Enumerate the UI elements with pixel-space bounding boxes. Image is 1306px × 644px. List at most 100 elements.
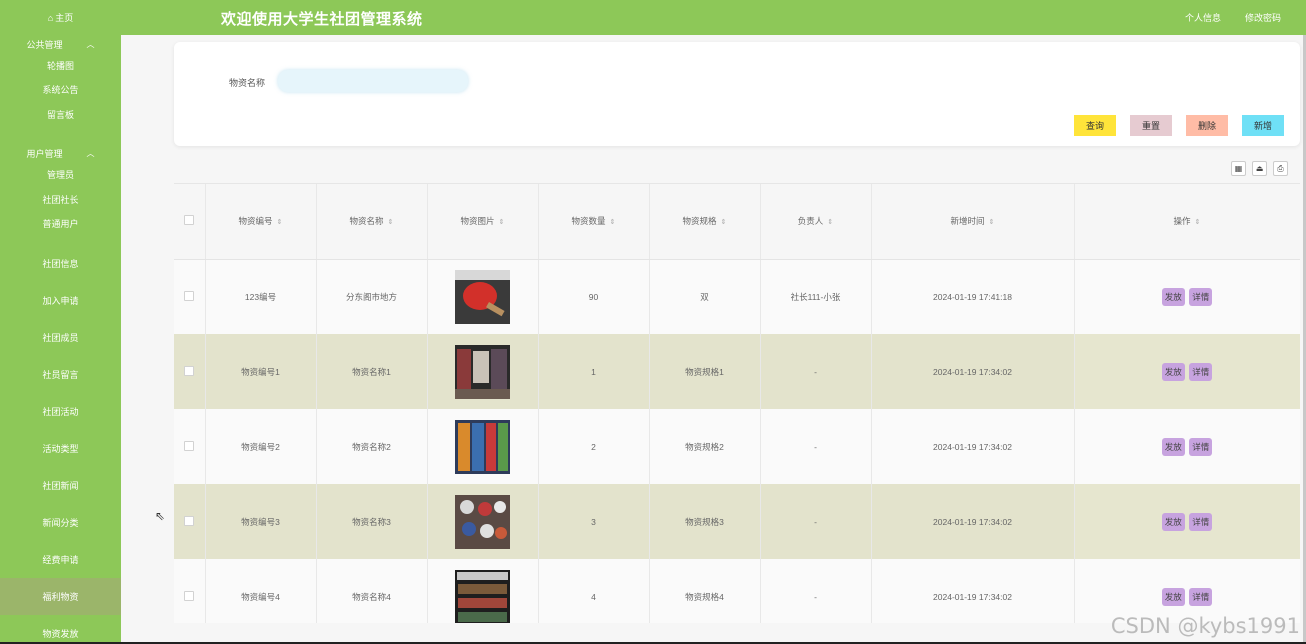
sort-icon: ⇕ (988, 219, 995, 227)
toolbar-icons: ▦ ⏏ ⎙ (1231, 161, 1288, 176)
cell-spec: 物资规格4 (649, 559, 761, 623)
row-select-cell (174, 559, 206, 623)
row-checkbox[interactable] (184, 290, 195, 301)
column-header-time[interactable]: 新增时间 ⇕ (871, 184, 1075, 260)
cell-time: 2024-01-19 17:34:02 (871, 409, 1075, 484)
cell-actions: 发放 详情 (1074, 259, 1300, 334)
cell-quantity: 90 (538, 259, 650, 334)
sidebar-item-admin[interactable]: 管理员 (0, 163, 121, 188)
column-header-quantity[interactable]: 物资数量 ⇕ (538, 184, 650, 260)
sidebar-item-join-request[interactable]: 加入申请 (0, 282, 121, 319)
sidebar-item-normal-user[interactable]: 普通用户 (0, 212, 121, 237)
home-icon: ⌂ (47, 12, 54, 23)
sidebar-item-club-leader[interactable]: 社团社长 (0, 187, 121, 212)
query-button[interactable]: 查询 (1074, 115, 1116, 136)
row-checkbox[interactable] (184, 440, 195, 451)
column-header-spec[interactable]: 物资规格 ⇕ (649, 184, 761, 260)
product-image[interactable] (455, 494, 510, 549)
profile-link[interactable]: 个人信息 (1185, 11, 1221, 24)
column-header-owner[interactable]: 负责人 ⇕ (760, 184, 872, 260)
sidebar-group-public[interactable]: 公共管理 ︿ (0, 35, 121, 53)
row-checkbox[interactable] (184, 365, 195, 376)
issue-button[interactable]: 发放 (1161, 587, 1185, 606)
app-title: 欢迎使用大学生社团管理系统 (221, 11, 423, 28)
sidebar-item-carousel[interactable]: 轮播图 (0, 53, 121, 78)
sort-icon: ⇕ (387, 219, 394, 227)
cell-code: 物资编号2 (205, 409, 317, 484)
print-icon[interactable]: ⎙ (1273, 161, 1288, 176)
cell-owner: - (760, 559, 872, 623)
sidebar-item-messageboard[interactable]: 留言板 (0, 102, 121, 127)
table-row[interactable]: 物资编号2 物资名称2 2 物资规格2 - 2024-01-19 17:34:0… (174, 409, 1300, 484)
issue-button[interactable]: 发放 (1161, 287, 1185, 306)
export-icon[interactable]: ⏏ (1252, 161, 1267, 176)
sidebar-group-users[interactable]: 用户管理 ︿ (0, 145, 121, 163)
column-header-image[interactable]: 物资图片 ⇕ (427, 184, 539, 260)
top-links: 个人信息 修改密码 (1185, 11, 1281, 24)
detail-button[interactable]: 详情 (1189, 437, 1213, 456)
sidebar-item-club-news[interactable]: 社团新闻 (0, 467, 121, 504)
sidebar-item-club-members[interactable]: 社团成员 (0, 319, 121, 356)
sidebar-item-club-info[interactable]: 社团信息 (0, 245, 121, 282)
search-label: 物资名称 (229, 78, 266, 88)
sidebar-item-supply-distribution[interactable]: 物资发放 (0, 615, 121, 644)
cell-owner: - (760, 409, 872, 484)
select-all-cell (174, 184, 206, 260)
sidebar-item-funding-request[interactable]: 经费申请 (0, 541, 121, 578)
table-row[interactable]: 物资编号3 物资名称3 3 物资规格3 - 2024-01-19 17:34:0… (174, 484, 1300, 559)
detail-button[interactable]: 详情 (1189, 287, 1213, 306)
sidebar-item-activity-types[interactable]: 活动类型 (0, 430, 121, 467)
sidebar-item-news-category[interactable]: 新闻分类 (0, 504, 121, 541)
column-label: 新增时间 (950, 216, 985, 227)
product-image[interactable] (455, 344, 510, 399)
select-all-checkbox[interactable] (184, 215, 195, 226)
detail-button[interactable]: 详情 (1189, 362, 1213, 381)
columns-icon[interactable]: ▦ (1231, 161, 1246, 176)
watermark: CSDN @kybs1991 (1110, 614, 1300, 638)
change-password-link[interactable]: 修改密码 (1245, 11, 1281, 24)
sort-icon: ⇕ (1194, 219, 1201, 227)
table-row[interactable]: 物资编号1 物资名称1 1 物资规格1 - 2024-01-19 17:34:0… (174, 334, 1300, 409)
product-image[interactable] (455, 569, 510, 624)
reset-button[interactable]: 重置 (1130, 115, 1172, 136)
product-image[interactable] (455, 419, 510, 474)
delete-button[interactable]: 删除 (1186, 115, 1228, 136)
sidebar-item-member-messages[interactable]: 社员留言 (0, 356, 121, 393)
column-label: 物资图片 (460, 216, 495, 227)
row-select-cell (174, 484, 206, 559)
chevron-up-icon: ︿ (86, 149, 95, 158)
sidebar-home[interactable]: ⌂ 主页 (0, 0, 121, 35)
search-panel: 物资名称 查询 重置 删除 新增 (174, 42, 1300, 146)
column-header-name[interactable]: 物资名称 ⇕ (316, 184, 428, 260)
sidebar-item-announcement[interactable]: 系统公告 (0, 78, 121, 103)
column-label: 物资规格 (682, 216, 717, 227)
cell-actions: 发放 详情 (1074, 409, 1300, 484)
column-header-code[interactable]: 物资编号 ⇕ (205, 184, 317, 260)
column-label: 物资数量 (571, 216, 606, 227)
cell-code: 123编号 (205, 259, 317, 334)
table-row[interactable]: 123编号 分东阁市地方 90 双 社长111-小张 2024-01-19 17… (174, 259, 1300, 334)
row-checkbox[interactable] (184, 590, 195, 601)
sort-icon: ⇕ (609, 219, 616, 227)
cell-spec: 物资规格2 (649, 409, 761, 484)
cell-name: 物资名称4 (316, 559, 428, 623)
detail-button[interactable]: 详情 (1189, 512, 1213, 531)
cell-quantity: 4 (538, 559, 650, 623)
add-button[interactable]: 新增 (1242, 115, 1284, 136)
sidebar-item-welfare-supplies[interactable]: 福利物资 (0, 578, 121, 615)
issue-button[interactable]: 发放 (1161, 437, 1185, 456)
issue-button[interactable]: 发放 (1161, 512, 1185, 531)
row-checkbox[interactable] (184, 515, 195, 526)
mouse-cursor-icon: ⇖ (155, 509, 166, 523)
detail-button[interactable]: 详情 (1189, 587, 1213, 606)
issue-button[interactable]: 发放 (1161, 362, 1185, 381)
cell-actions: 发放 详情 (1074, 334, 1300, 409)
search-input[interactable] (278, 70, 468, 92)
column-header-actions[interactable]: 操作 ⇕ (1074, 184, 1300, 260)
sort-icon: ⇕ (827, 219, 834, 227)
product-image[interactable] (455, 269, 510, 324)
sort-icon: ⇕ (276, 219, 283, 227)
sidebar-item-club-activities[interactable]: 社团活动 (0, 393, 121, 430)
